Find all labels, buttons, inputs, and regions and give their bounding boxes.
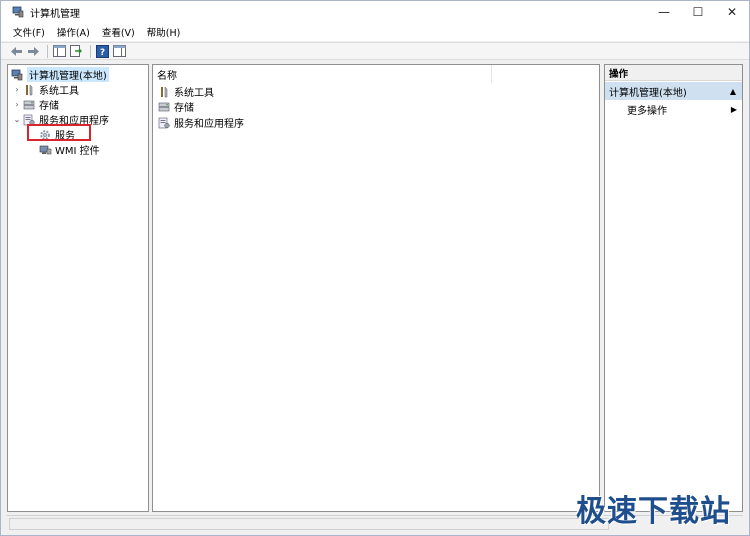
computer-management-icon: [10, 68, 24, 81]
tree-item-system-tools[interactable]: › 系统工具: [12, 82, 79, 97]
list-item-label: 存储: [174, 103, 194, 114]
toolbar-separator: [47, 44, 48, 58]
window-title: 计算机管理: [30, 8, 80, 20]
menu-view[interactable]: 查看(V): [96, 25, 141, 39]
expand-chevron-icon[interactable]: ›: [12, 85, 22, 94]
results-list-pane: 名称 系统工具 存储 服务和应用程序: [152, 64, 600, 512]
computer-management-window: 计算机管理 — ☐ ✕ 文件(F) 操作(A) 查看(V) 帮助(H) ? 计算…: [0, 0, 750, 536]
tree-root-label: 计算机管理(本地): [27, 67, 109, 82]
collapse-up-arrow-icon[interactable]: ▲: [730, 87, 736, 96]
list-item-label: 服务和应用程序: [174, 119, 244, 130]
list-column-header: 名称: [153, 65, 599, 83]
minimize-button[interactable]: —: [647, 1, 681, 23]
export-list-icon[interactable]: [69, 44, 84, 59]
show-hide-console-tree-icon[interactable]: [52, 44, 67, 59]
tree-item-label: 存储: [39, 101, 59, 112]
system-tools-icon: [22, 83, 36, 96]
highlight-annotation-box: [27, 124, 91, 141]
maximize-button[interactable]: ☐: [681, 1, 715, 23]
system-tools-icon: [157, 85, 171, 98]
computer-management-icon: [12, 6, 24, 18]
close-button[interactable]: ✕: [715, 1, 749, 23]
storage-icon: [157, 100, 171, 113]
actions-section-computer-management[interactable]: 计算机管理(本地) ▲: [605, 82, 742, 100]
more-actions-item[interactable]: 更多操作 ▶: [605, 101, 742, 117]
svg-text:?: ?: [100, 48, 105, 58]
list-item-label: 系统工具: [174, 88, 214, 99]
tree-item-wmi-control[interactable]: WMI 控件: [38, 142, 100, 157]
toolbar: ?: [1, 42, 749, 60]
tree-item-storage[interactable]: › 存储: [12, 97, 59, 112]
actions-section-label: 计算机管理(本地): [609, 87, 687, 99]
menu-bar: 文件(F) 操作(A) 查看(V) 帮助(H): [1, 23, 749, 41]
list-item[interactable]: 系统工具: [157, 84, 214, 99]
services-and-applications-icon: [157, 116, 171, 129]
wmi-control-icon: [38, 143, 52, 156]
toolbar-separator: [90, 44, 91, 58]
tree-item-label: WMI 控件: [55, 146, 100, 157]
list-item[interactable]: 存储: [157, 99, 194, 114]
forward-arrow-icon[interactable]: [26, 44, 41, 59]
show-hide-action-pane-icon[interactable]: [112, 44, 127, 59]
tree-item-root[interactable]: 计算机管理(本地): [10, 67, 109, 82]
collapse-chevron-icon[interactable]: ⌄: [12, 115, 22, 124]
storage-icon: [22, 98, 36, 111]
expand-chevron-icon[interactable]: ›: [12, 100, 22, 109]
status-cell: [9, 518, 609, 530]
menu-file[interactable]: 文件(F): [7, 25, 51, 39]
submenu-arrow-icon: ▶: [730, 104, 737, 114]
list-item[interactable]: 服务和应用程序: [157, 115, 244, 130]
menu-action[interactable]: 操作(A): [51, 25, 96, 39]
tree-item-label: 系统工具: [39, 86, 79, 97]
menu-help[interactable]: 帮助(H): [141, 25, 187, 39]
back-arrow-icon[interactable]: [9, 44, 24, 59]
title-bar: 计算机管理 — ☐ ✕: [1, 1, 749, 23]
help-icon[interactable]: ?: [95, 44, 110, 59]
more-actions-label: 更多操作: [627, 105, 667, 117]
actions-header: 操作: [605, 65, 742, 81]
column-header-name[interactable]: 名称: [153, 65, 492, 83]
watermark-text: 极速下载站: [576, 494, 731, 529]
actions-pane: 操作 计算机管理(本地) ▲ 更多操作 ▶: [604, 64, 743, 512]
